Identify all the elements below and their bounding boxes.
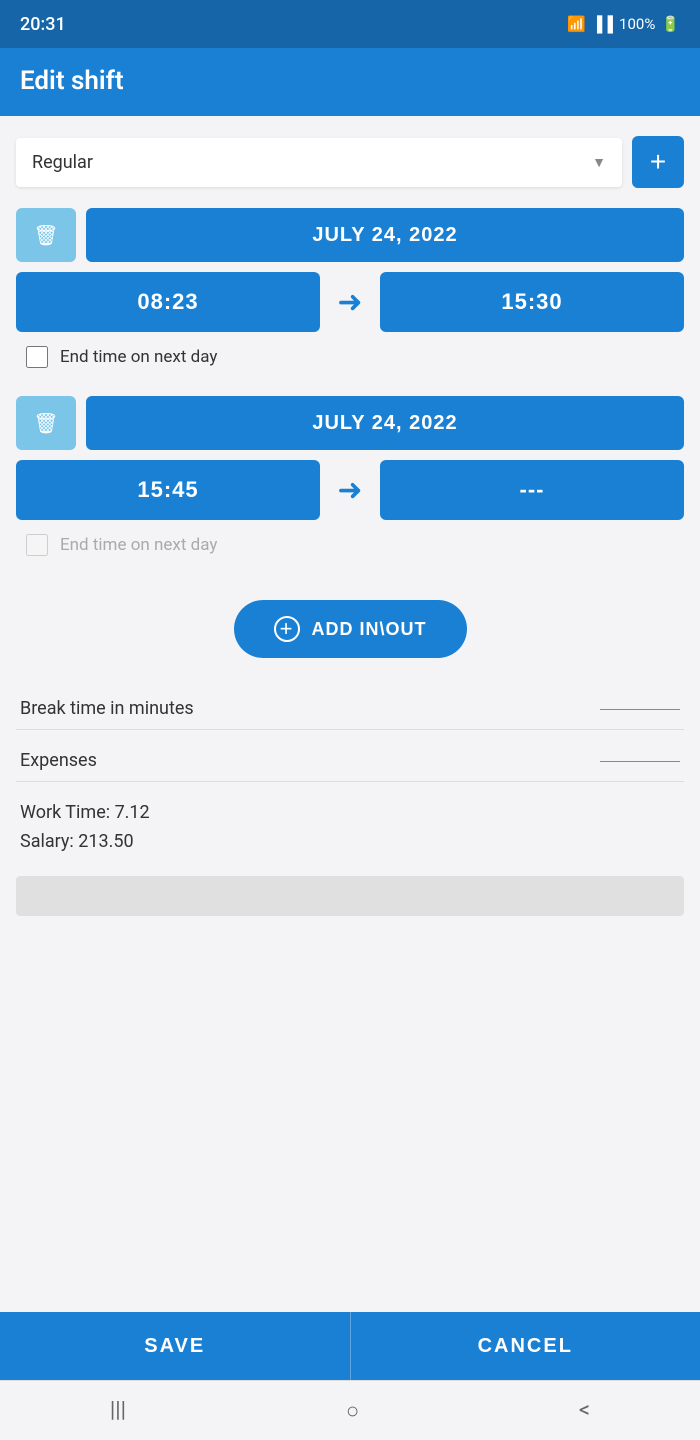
end-time-1-button[interactable]: 15:30 <box>380 272 684 332</box>
grey-bar <box>16 876 684 916</box>
next-day-row-2: End time on next day <box>16 534 684 556</box>
next-day-row-1: End time on next day <box>16 346 684 368</box>
date-2-value: JULY 24, 2022 <box>312 412 457 435</box>
shift-block-1: 🗑 JULY 24, 2022 08:23 ➜ 15:30 End time o… <box>16 208 684 376</box>
status-icons: 📶 ▐▐ 100% 🔋 <box>567 15 680 33</box>
wifi-icon: 📶 <box>567 15 586 33</box>
date-row-1: 🗑 JULY 24, 2022 <box>16 208 684 262</box>
salary-row: Salary: 213.50 <box>20 831 680 852</box>
header: Edit shift <box>0 48 700 116</box>
main-content: Regular ▼ + 🗑 JULY 24, 2022 08:23 ➜ 15:3… <box>0 116 700 1312</box>
battery-icon: 🔋 <box>661 15 680 33</box>
add-shift-button[interactable]: + <box>632 136 684 188</box>
start-time-1-button[interactable]: 08:23 <box>16 272 320 332</box>
battery-label: 100% <box>619 15 655 33</box>
trash-icon: 🗑 <box>33 223 58 248</box>
next-day-checkbox-2[interactable] <box>26 534 48 556</box>
add-inout-label: ADD IN\OUT <box>312 619 427 640</box>
end-time-1-value: 15:30 <box>501 289 562 315</box>
time-row-1: 08:23 ➜ 15:30 <box>16 272 684 332</box>
home-nav-icon[interactable]: ○ <box>346 1398 359 1424</box>
break-time-input[interactable] <box>600 707 680 710</box>
info-section: Work Time: 7.12 Salary: 213.50 <box>16 786 684 868</box>
plus-icon: + <box>650 146 666 178</box>
time-row-2: 15:45 ➜ --- <box>16 460 684 520</box>
start-time-1-value: 08:23 <box>137 289 198 315</box>
add-inout-container: + ADD IN\OUT <box>16 600 684 658</box>
status-bar: 20:31 📶 ▐▐ 100% 🔋 <box>0 0 700 48</box>
expenses-label: Expenses <box>20 750 97 771</box>
delete-shift-2-button[interactable]: 🗑 <box>16 396 76 450</box>
back-nav-icon[interactable]: < <box>579 1398 590 1423</box>
work-time-label: Work Time: 7.12 <box>20 802 150 823</box>
expenses-input[interactable] <box>600 759 680 762</box>
arrow-right-icon-2: ➜ <box>330 473 370 508</box>
delete-shift-1-button[interactable]: 🗑 <box>16 208 76 262</box>
expenses-row: Expenses <box>16 734 684 782</box>
shift-type-value: Regular <box>32 152 93 173</box>
shift-type-dropdown[interactable]: Regular ▼ <box>16 138 622 187</box>
add-inout-button[interactable]: + ADD IN\OUT <box>234 600 467 658</box>
date-2-button[interactable]: JULY 24, 2022 <box>86 396 684 450</box>
date-1-button[interactable]: JULY 24, 2022 <box>86 208 684 262</box>
end-time-2-button[interactable]: --- <box>380 460 684 520</box>
arrow-right-icon: ➜ <box>330 285 370 320</box>
circle-plus-icon: + <box>274 616 300 642</box>
break-time-row: Break time in minutes <box>16 682 684 730</box>
start-time-2-value: 15:45 <box>137 477 198 503</box>
break-time-label: Break time in minutes <box>20 698 194 719</box>
next-day-label-2: End time on next day <box>60 535 217 555</box>
shift-block-2: 🗑 JULY 24, 2022 15:45 ➜ --- End time on … <box>16 396 684 564</box>
date-1-value: JULY 24, 2022 <box>312 224 457 247</box>
trash-icon-2: 🗑 <box>33 411 58 436</box>
next-day-label-1: End time on next day <box>60 347 217 367</box>
status-time: 20:31 <box>20 14 66 35</box>
bottom-buttons: SAVE CANCEL <box>0 1312 700 1380</box>
chevron-down-icon: ▼ <box>592 154 606 171</box>
page-title: Edit shift <box>20 66 124 96</box>
nav-bar: ||| ○ < <box>0 1380 700 1440</box>
work-time-row: Work Time: 7.12 <box>20 802 680 823</box>
shift-type-row: Regular ▼ + <box>16 136 684 188</box>
date-row-2: 🗑 JULY 24, 2022 <box>16 396 684 450</box>
salary-label: Salary: 213.50 <box>20 831 134 852</box>
start-time-2-button[interactable]: 15:45 <box>16 460 320 520</box>
cancel-button[interactable]: CANCEL <box>350 1312 700 1380</box>
signal-icon: ▐▐ <box>592 15 613 33</box>
end-time-2-value: --- <box>520 477 545 503</box>
next-day-checkbox-1[interactable] <box>26 346 48 368</box>
save-button[interactable]: SAVE <box>0 1312 350 1380</box>
menu-nav-icon[interactable]: ||| <box>110 1398 126 1423</box>
